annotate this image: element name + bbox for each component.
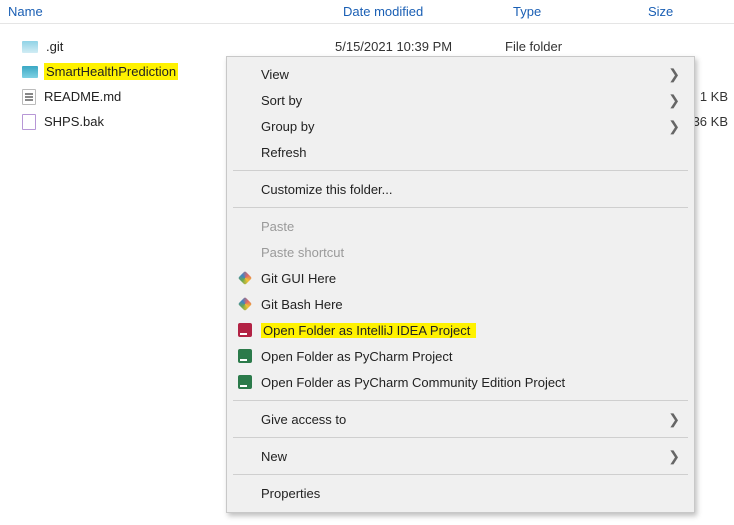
file-name: SHPS.bak	[42, 113, 106, 130]
menu-item-give-access-to[interactable]: Give access to❯	[227, 406, 694, 432]
menu-item-sort-by[interactable]: Sort by❯	[227, 87, 694, 113]
chevron-right-icon: ❯	[668, 411, 680, 428]
chevron-right-icon: ❯	[668, 92, 680, 109]
menu-item-paste-shortcut: Paste shortcut	[227, 239, 694, 265]
folder-icon	[22, 66, 38, 78]
file-name: SmartHealthPrediction	[44, 63, 178, 80]
menu-item-pycharm[interactable]: Open Folder as PyCharm Project	[227, 343, 694, 369]
menu-separator	[233, 207, 688, 208]
git-icon	[237, 296, 253, 312]
menu-separator	[233, 170, 688, 171]
menu-separator	[233, 400, 688, 401]
menu-separator	[233, 474, 688, 475]
menu-item-customize-folder[interactable]: Customize this folder...	[227, 176, 694, 202]
folder-icon	[22, 41, 38, 53]
file-explorer-pane: Name Date modified Type Size .git 5/15/2…	[0, 0, 734, 525]
intellij-icon	[237, 322, 253, 338]
column-header-size[interactable]: Size	[640, 2, 734, 21]
menu-item-view[interactable]: View❯	[227, 61, 694, 87]
column-header-date[interactable]: Date modified	[335, 2, 505, 21]
column-header-row: Name Date modified Type Size	[0, 0, 734, 24]
menu-item-group-by[interactable]: Group by❯	[227, 113, 694, 139]
file-icon	[22, 89, 36, 105]
menu-item-new[interactable]: New❯	[227, 443, 694, 469]
file-name: .git	[44, 38, 65, 55]
menu-item-intellij[interactable]: Open Folder as IntelliJ IDEA Project	[227, 317, 694, 343]
column-header-name[interactable]: Name	[0, 2, 335, 21]
file-icon	[22, 114, 36, 130]
chevron-right-icon: ❯	[668, 66, 680, 83]
menu-item-git-bash[interactable]: Git Bash Here	[227, 291, 694, 317]
chevron-right-icon: ❯	[668, 118, 680, 135]
git-icon	[237, 270, 253, 286]
menu-separator	[233, 437, 688, 438]
file-date: 5/15/2021 10:39 PM	[335, 39, 505, 54]
context-menu: View❯ Sort by❯ Group by❯ Refresh Customi…	[226, 56, 695, 513]
file-type: File folder	[505, 39, 640, 54]
menu-item-paste: Paste	[227, 213, 694, 239]
chevron-right-icon: ❯	[668, 448, 680, 465]
pycharm-icon	[237, 348, 253, 364]
file-name: README.md	[42, 88, 123, 105]
menu-item-pycharm-ce[interactable]: Open Folder as PyCharm Community Edition…	[227, 369, 694, 395]
menu-item-git-gui[interactable]: Git GUI Here	[227, 265, 694, 291]
menu-item-refresh[interactable]: Refresh	[227, 139, 694, 165]
column-header-type[interactable]: Type	[505, 2, 640, 21]
pycharm-icon	[237, 374, 253, 390]
menu-item-properties[interactable]: Properties	[227, 480, 694, 506]
